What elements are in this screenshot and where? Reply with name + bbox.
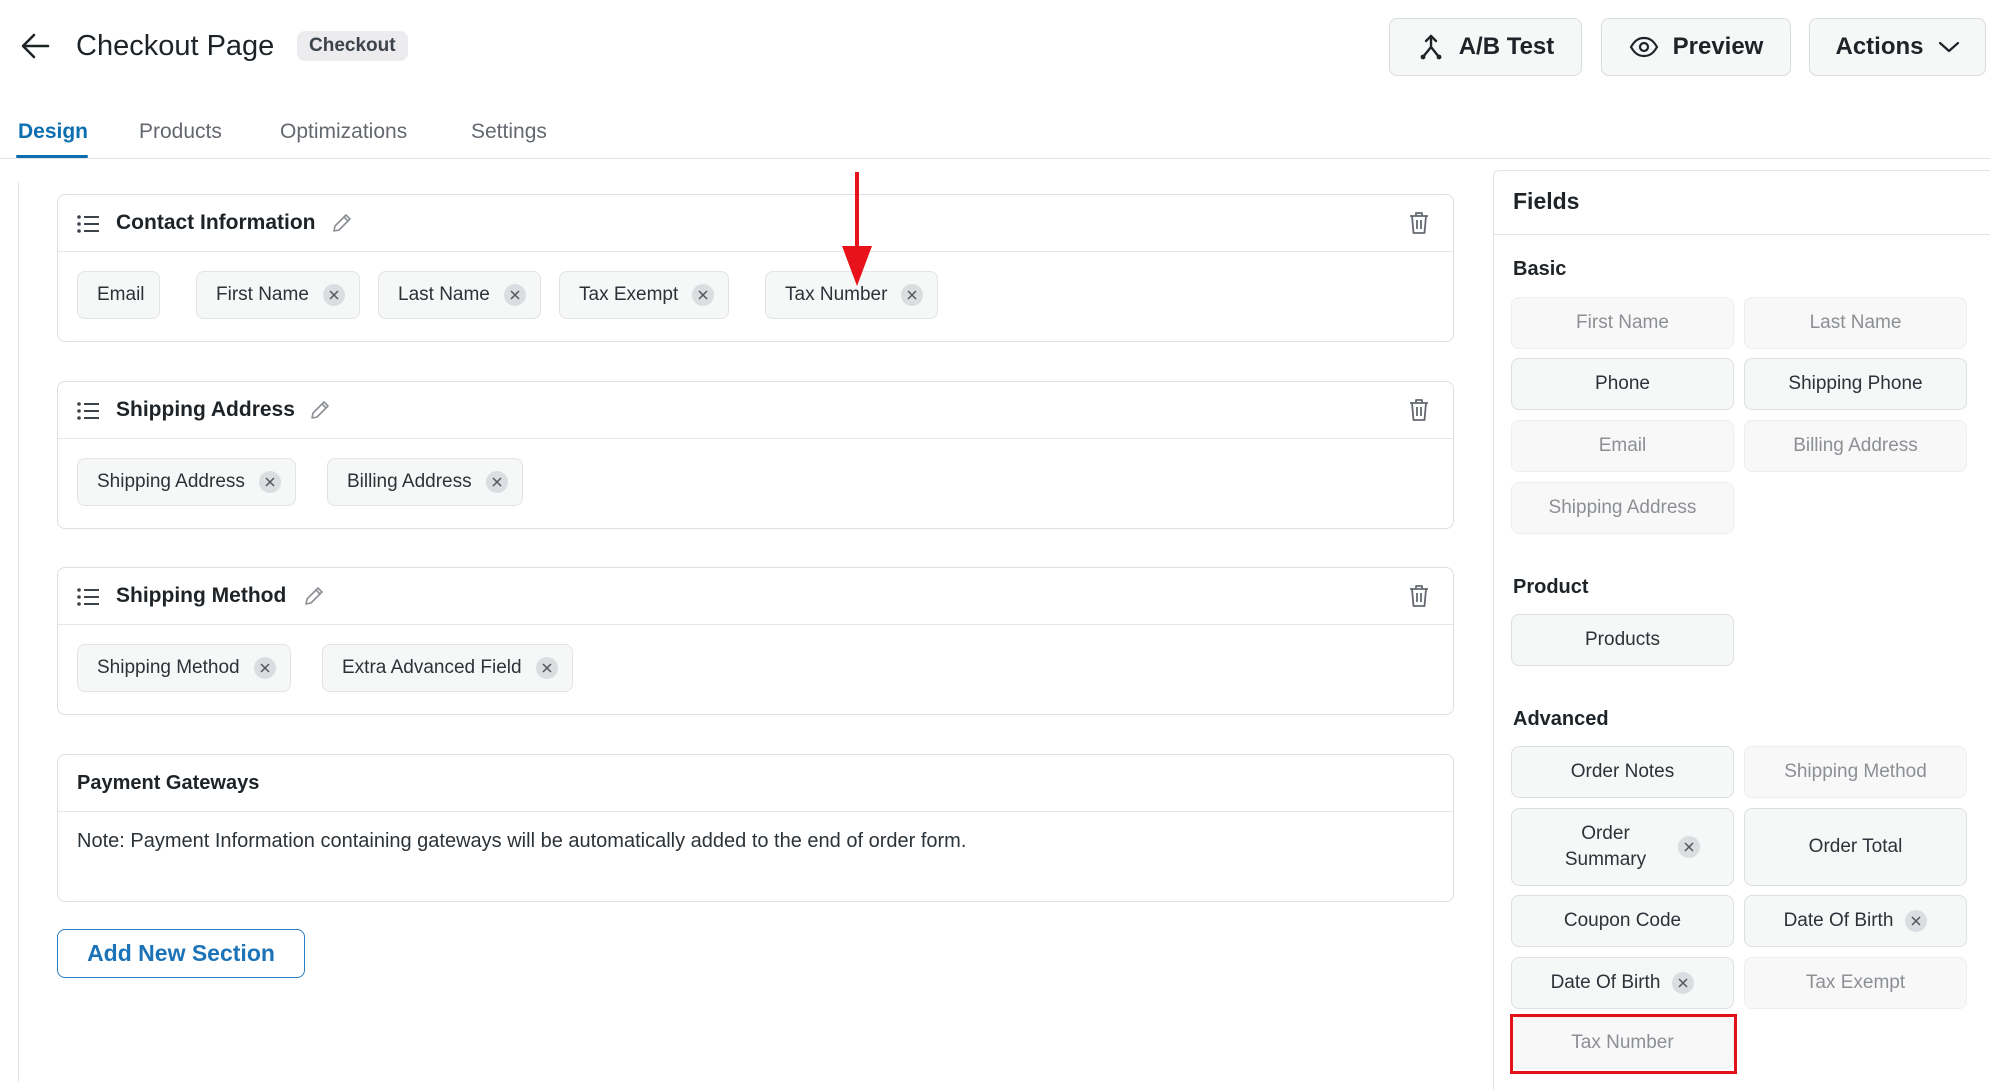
page-title: Checkout Page [76, 30, 275, 62]
field-chip-label: Billing Address [347, 471, 472, 492]
preview-label: Preview [1672, 33, 1764, 60]
remove-field-icon[interactable] [485, 471, 508, 493]
remove-field-icon[interactable] [1905, 910, 1928, 932]
drag-handle-icon[interactable] [76, 400, 100, 422]
ab-test-label: A/B Test [1458, 33, 1555, 60]
field-button-order-total[interactable]: Order Total [1744, 808, 1967, 886]
field-button-billing-address[interactable]: Billing Address [1744, 420, 1967, 472]
tab-optimizations[interactable]: Optimizations [280, 118, 407, 146]
remove-field-icon[interactable] [1677, 836, 1700, 858]
field-button-last-name[interactable]: Last Name [1744, 297, 1967, 349]
remove-field-icon[interactable] [253, 657, 276, 679]
actions-dropdown[interactable]: Actions [1809, 18, 1986, 76]
field-chip-label: Shipping Method [97, 657, 240, 678]
actions-label: Actions [1835, 33, 1924, 60]
trash-icon[interactable] [1407, 397, 1431, 423]
field-button-first-name[interactable]: First Name [1511, 297, 1734, 349]
field-chip-label: First Name [216, 284, 309, 305]
field-button-coupon-code[interactable]: Coupon Code [1511, 895, 1734, 947]
field-button-email[interactable]: Email [1511, 420, 1734, 472]
drag-handle-icon[interactable] [76, 213, 100, 235]
field-chip[interactable]: Shipping Address [77, 458, 296, 506]
section-payment-gateways: Payment Gateways Note: Payment Informati… [57, 754, 1454, 902]
preview-button[interactable]: Preview [1601, 18, 1791, 76]
field-chip-label: Tax Exempt [579, 284, 679, 305]
tab-settings[interactable]: Settings [471, 118, 547, 146]
pencil-icon[interactable] [308, 398, 332, 422]
field-button-order-summary[interactable]: Order Summary [1511, 808, 1734, 886]
field-chip[interactable]: Last Name [378, 271, 541, 319]
tabs-divider [0, 158, 1990, 159]
field-button-shipping-method[interactable]: Shipping Method [1744, 746, 1967, 798]
remove-field-icon[interactable] [322, 284, 345, 306]
remove-field-icon[interactable] [1672, 972, 1695, 994]
field-button-date-of-birth[interactable]: Date Of Birth [1511, 957, 1734, 1009]
remove-field-icon[interactable] [503, 284, 526, 306]
split-test-icon [1420, 34, 1442, 60]
chevron-down-icon [1938, 41, 1959, 53]
payment-note: Note: Payment Information containing gat… [77, 830, 967, 852]
content-left-border [18, 182, 19, 1082]
section-header: Shipping Method [58, 568, 1453, 625]
field-chip[interactable]: Shipping Method [77, 644, 291, 692]
red-arrow-annotation [842, 172, 872, 286]
highlight-box-tax-number [1510, 1014, 1737, 1074]
field-button-tax-exempt[interactable]: Tax Exempt [1744, 957, 1967, 1009]
group-title-product: Product [1513, 576, 1589, 598]
group-title-advanced: Advanced [1513, 708, 1609, 730]
tab-products[interactable]: Products [139, 118, 222, 146]
back-button[interactable] [18, 28, 54, 64]
field-button-phone[interactable]: Phone [1511, 358, 1734, 410]
arrow-left-icon [21, 33, 50, 59]
field-chip-label: Tax Number [785, 284, 888, 305]
section-title: Shipping Method [116, 584, 287, 607]
section-shipping-method: Shipping Method Shipping Method Extra Ad… [57, 567, 1454, 715]
field-button-label: Order Summary [1564, 823, 1647, 870]
fields-panel-title: Fields [1513, 188, 1580, 214]
field-chip-label: Last Name [398, 284, 490, 305]
field-button-shipping-address[interactable]: Shipping Address [1511, 482, 1734, 534]
field-chip-label: Shipping Address [97, 471, 245, 492]
field-chip[interactable]: Billing Address [327, 458, 523, 506]
ab-test-button[interactable]: A/B Test [1389, 18, 1582, 76]
trash-icon[interactable] [1407, 583, 1431, 609]
tab-design[interactable]: Design [18, 118, 88, 146]
page-type-badge: Checkout [297, 31, 408, 61]
field-button-order-notes[interactable]: Order Notes [1511, 746, 1734, 798]
field-chip-label: Email [97, 284, 145, 305]
field-button-date-of-birth[interactable]: Date Of Birth [1744, 895, 1967, 947]
trash-icon[interactable] [1407, 210, 1431, 236]
section-shipping-address: Shipping Address Shipping Address Billin… [57, 381, 1454, 529]
remove-field-icon[interactable] [692, 284, 715, 306]
section-contact-information: Contact Information Email First Name Las… [57, 194, 1454, 342]
section-header: Shipping Address [58, 382, 1453, 439]
field-button-shipping-phone[interactable]: Shipping Phone [1744, 358, 1967, 410]
remove-field-icon[interactable] [258, 471, 281, 493]
field-button-label: Date Of Birth [1550, 972, 1661, 993]
group-title-basic: Basic [1513, 258, 1567, 280]
add-new-section-button[interactable]: Add New Section [57, 929, 305, 978]
section-title: Payment Gateways [77, 772, 260, 794]
field-button-products[interactable]: Products [1511, 614, 1734, 666]
field-chip[interactable]: Tax Exempt [559, 271, 730, 319]
section-title: Shipping Address [116, 398, 295, 421]
field-chip[interactable]: First Name [196, 271, 360, 319]
fields-panel-divider [1494, 234, 1990, 235]
remove-field-icon[interactable] [901, 284, 924, 306]
section-title: Contact Information [116, 211, 316, 234]
eye-icon [1629, 36, 1658, 58]
active-tab-indicator [16, 155, 88, 158]
field-button-label: Date Of Birth [1783, 910, 1894, 931]
pencil-icon[interactable] [330, 211, 354, 235]
field-chip-label: Extra Advanced Field [342, 657, 522, 678]
pencil-icon[interactable] [302, 584, 326, 608]
remove-field-icon[interactable] [535, 657, 558, 679]
section-header: Payment Gateways [58, 755, 1453, 812]
section-header: Contact Information [58, 195, 1453, 252]
field-chip[interactable]: Extra Advanced Field [322, 644, 573, 692]
drag-handle-icon[interactable] [76, 586, 100, 608]
field-chip[interactable]: Email [77, 271, 160, 319]
